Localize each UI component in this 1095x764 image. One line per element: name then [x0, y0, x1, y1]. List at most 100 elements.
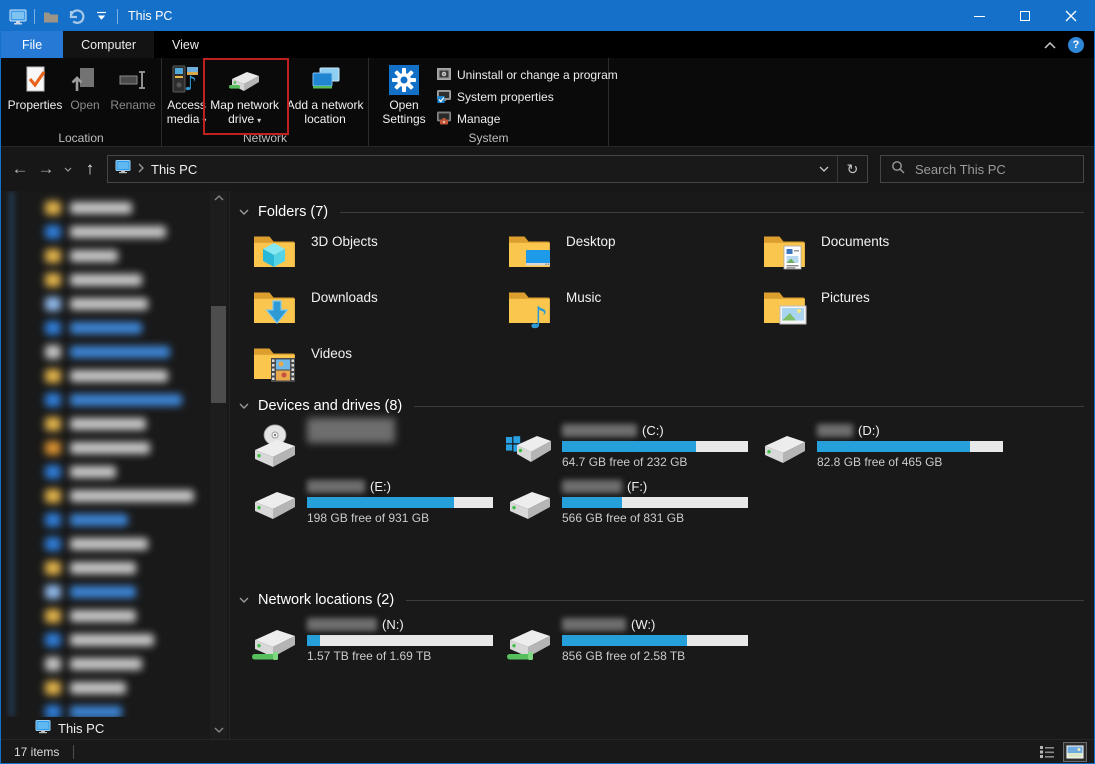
drive-tile-w[interactable]: (W:)856 GB free of 2.58 TB: [505, 615, 760, 671]
sidebar-item[interactable]: [1, 628, 210, 652]
search-box[interactable]: [880, 155, 1084, 183]
tab-view[interactable]: View: [154, 31, 217, 58]
sidebar-item-icon: [45, 345, 61, 359]
help-icon[interactable]: ?: [1068, 37, 1084, 53]
sidebar-item[interactable]: [1, 316, 210, 340]
manage-button[interactable]: Manage: [437, 108, 618, 130]
section-header-drives[interactable]: Devices and drives (8): [238, 397, 1086, 415]
sidebar-item[interactable]: [1, 580, 210, 604]
address-bar[interactable]: This PC ↻: [107, 155, 868, 183]
sidebar-item[interactable]: [1, 556, 210, 580]
section-header-network[interactable]: Network locations (2): [238, 591, 1086, 609]
folder-tile-pictures[interactable]: Pictures: [760, 283, 1015, 339]
forward-button[interactable]: →: [33, 156, 59, 182]
access-media-icon: ♪: [170, 63, 204, 97]
folder-tile-documents[interactable]: Documents: [760, 227, 1015, 283]
sidebar-item[interactable]: [1, 604, 210, 628]
refresh-icon[interactable]: ↻: [837, 156, 867, 182]
sidebar-item[interactable]: [1, 484, 210, 508]
windows-drive-icon: [505, 423, 553, 471]
close-button[interactable]: [1048, 1, 1094, 31]
free-space-text: 566 GB free of 831 GB: [562, 511, 750, 525]
tab-file[interactable]: File: [1, 31, 63, 58]
sidebar-item[interactable]: [1, 292, 210, 316]
address-dropdown-icon[interactable]: [811, 156, 837, 182]
drive-tile-c[interactable]: (C:)64.7 GB free of 232 GB: [505, 421, 760, 477]
folder-tile-desktop[interactable]: Desktop: [505, 227, 760, 283]
sidebar-item-label: [70, 442, 150, 454]
folder-tile-music[interactable]: ♪Music: [505, 283, 760, 339]
sidebar-item[interactable]: [1, 244, 210, 268]
sidebar-item[interactable]: [1, 364, 210, 388]
collapse-ribbon-icon[interactable]: [1044, 36, 1056, 54]
minimize-button[interactable]: [956, 1, 1002, 31]
folder-tile-3d-objects[interactable]: 3D Objects: [250, 227, 505, 283]
status-divider: [73, 745, 74, 759]
sidebar-item[interactable]: [1, 676, 210, 700]
access-media-button[interactable]: ♪ Access media▾: [166, 58, 207, 130]
scrollbar-thumb[interactable]: [211, 306, 226, 403]
sidebar-item[interactable]: [1, 652, 210, 676]
sidebar-item-icon: [45, 273, 61, 287]
window-controls: [956, 1, 1094, 31]
up-button[interactable]: ↑: [77, 156, 103, 182]
sidebar-item[interactable]: [1, 196, 210, 220]
section-header-folders[interactable]: Folders (7): [238, 203, 1086, 221]
drive-letter: (C:): [642, 423, 664, 438]
maximize-button[interactable]: [1002, 1, 1048, 31]
scroll-down-icon[interactable]: [210, 727, 227, 733]
open-settings-button[interactable]: Open Settings: [377, 58, 431, 130]
sidebar-item-icon: [45, 441, 61, 455]
large-icons-view-button[interactable]: [1063, 742, 1087, 762]
folder-tile-videos[interactable]: Videos: [250, 339, 505, 395]
rename-button[interactable]: Rename: [106, 58, 160, 130]
drive-tile-d[interactable]: (D:)82.8 GB free of 465 GB: [760, 421, 1015, 477]
manage-icon: [437, 111, 451, 128]
details-view-button[interactable]: [1035, 742, 1059, 762]
disk-usage-fill: [307, 497, 454, 508]
collapse-section-icon[interactable]: [238, 208, 250, 216]
folder-tile-downloads[interactable]: Downloads: [250, 283, 505, 339]
uninstall-program-button[interactable]: Uninstall or change a program: [437, 64, 618, 86]
sidebar-item[interactable]: [1, 532, 210, 556]
sidebar-item[interactable]: [1, 340, 210, 364]
sidebar-scrollbar[interactable]: [210, 191, 227, 739]
search-input[interactable]: [913, 161, 1063, 178]
system-properties-button[interactable]: System properties: [437, 86, 618, 108]
sidebar-item[interactable]: [1, 268, 210, 292]
qat-properties-icon[interactable]: [42, 7, 60, 25]
qat-undo-icon[interactable]: [67, 7, 85, 25]
qat-customize-icon[interactable]: [92, 7, 110, 25]
drive-tile-drive[interactable]: [250, 421, 505, 477]
sidebar-item-label: [70, 514, 128, 526]
open-button[interactable]: Open: [64, 58, 106, 130]
properties-button[interactable]: Properties: [6, 58, 64, 130]
tab-computer[interactable]: Computer: [63, 31, 154, 58]
sidebar-item-label: [70, 682, 126, 694]
redacted-drive-name: [562, 618, 626, 631]
sidebar-item[interactable]: [1, 388, 210, 412]
recent-locations-icon[interactable]: [59, 156, 77, 182]
sidebar-item[interactable]: [1, 220, 210, 244]
collapse-section-icon[interactable]: [238, 596, 250, 604]
breadcrumb-path[interactable]: This PC: [151, 162, 197, 177]
sidebar-item-this-pc[interactable]: This PC: [1, 717, 210, 739]
sidebar-item[interactable]: [1, 508, 210, 532]
open-settings-icon: [388, 63, 420, 97]
map-network-drive-button[interactable]: Map network drive▾: [207, 58, 282, 130]
ribbon-group-system: Open Settings Uninstall or change a prog…: [369, 58, 609, 146]
hard-drive-icon: [250, 479, 298, 527]
drive-tile-e[interactable]: (E:)198 GB free of 931 GB: [250, 477, 505, 533]
sidebar-item[interactable]: [1, 412, 210, 436]
drive-details: (D:)82.8 GB free of 465 GB: [817, 421, 1005, 477]
add-network-location-button[interactable]: Add a network location: [282, 58, 368, 130]
scroll-up-icon[interactable]: [210, 195, 227, 201]
back-button[interactable]: ←: [7, 156, 33, 182]
sidebar-item-label: [70, 226, 166, 238]
collapse-section-icon[interactable]: [238, 402, 250, 410]
drive-tile-f[interactable]: (F:)566 GB free of 831 GB: [505, 477, 760, 533]
drive-tile-n[interactable]: (N:)1.57 TB free of 1.69 TB: [250, 615, 505, 671]
details-view-icon: [1039, 744, 1055, 760]
sidebar-item[interactable]: [1, 436, 210, 460]
sidebar-item[interactable]: [1, 460, 210, 484]
